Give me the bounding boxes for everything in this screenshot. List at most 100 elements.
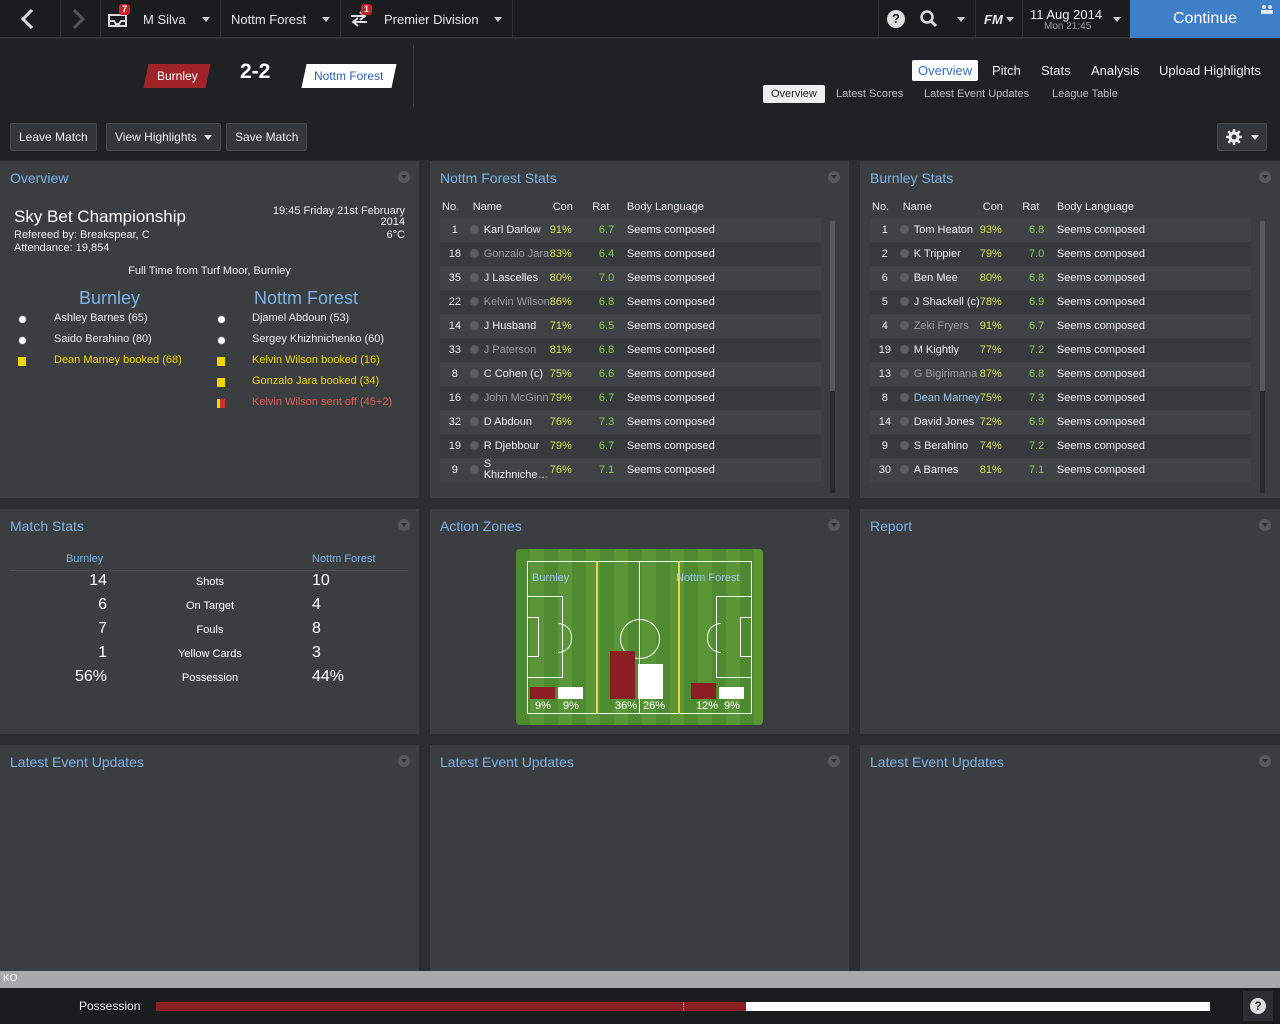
competition-dropdown[interactable] bbox=[494, 0, 502, 38]
player-name[interactable]: G Bigirimana bbox=[914, 368, 978, 380]
manager-name[interactable]: M Silva bbox=[143, 0, 186, 38]
subtab-league-table[interactable]: League Table bbox=[1044, 85, 1126, 103]
fm-menu[interactable]: FM bbox=[984, 0, 1015, 38]
info-icon[interactable] bbox=[469, 273, 479, 282]
player-row[interactable]: 19 R Djebbour 79% 6.7 Seems composed bbox=[440, 434, 821, 458]
player-name[interactable]: D Abdoun bbox=[484, 416, 532, 428]
player-row[interactable]: 19 M Kightly 77% 7.2 Seems composed bbox=[870, 338, 1251, 362]
subtab-latest-scores[interactable]: Latest Scores bbox=[828, 85, 911, 103]
info-icon[interactable] bbox=[899, 321, 909, 330]
info-icon[interactable] bbox=[899, 249, 909, 258]
away-team-badge[interactable]: Nottm Forest bbox=[301, 64, 397, 88]
player-row[interactable]: 35 J Lascelles 80% 7.0 Seems composed bbox=[440, 266, 821, 290]
info-icon[interactable] bbox=[899, 225, 909, 234]
info-icon[interactable] bbox=[469, 369, 479, 378]
panel-menu-button[interactable] bbox=[1259, 519, 1271, 531]
player-row[interactable]: 33 J Paterson 81% 6.8 Seems composed bbox=[440, 338, 821, 362]
player-name[interactable]: K Trippier bbox=[914, 248, 961, 260]
player-row[interactable]: 22 Kelvin Wilson 86% 6.8 Seems composed bbox=[440, 290, 821, 314]
panel-menu-button[interactable] bbox=[1259, 171, 1271, 183]
subtab-latest-event-updates[interactable]: Latest Event Updates bbox=[916, 85, 1037, 103]
save-match-button[interactable]: Save Match bbox=[226, 123, 308, 151]
player-name[interactable]: J Lascelles bbox=[484, 272, 538, 284]
player-row[interactable]: 32 D Abdoun 76% 7.3 Seems composed bbox=[440, 410, 821, 434]
info-icon[interactable] bbox=[469, 441, 479, 450]
panel-menu-button[interactable] bbox=[828, 519, 840, 531]
continue-button[interactable]: Continue bbox=[1130, 0, 1280, 38]
player-name[interactable]: Tom Heaton bbox=[914, 224, 973, 236]
tab-stats[interactable]: Stats bbox=[1035, 60, 1077, 81]
player-name[interactable]: David Jones bbox=[914, 416, 975, 428]
player-row[interactable]: 8 C Cohen (c) 75% 6.6 Seems composed bbox=[440, 362, 821, 386]
info-icon[interactable] bbox=[469, 297, 479, 306]
player-name[interactable]: Kelvin Wilson bbox=[484, 296, 550, 308]
column-header[interactable]: Name bbox=[900, 196, 980, 218]
manager-dropdown[interactable] bbox=[202, 0, 210, 38]
info-icon[interactable] bbox=[899, 369, 909, 378]
player-row[interactable]: 1 Tom Heaton 93% 6.8 Seems composed bbox=[870, 218, 1251, 242]
panel-menu-button[interactable] bbox=[1259, 755, 1271, 767]
player-row[interactable]: 6 Ben Mee 80% 6.8 Seems composed bbox=[870, 266, 1251, 290]
forward-button[interactable] bbox=[70, 0, 86, 38]
column-header[interactable]: Body Language bbox=[624, 196, 821, 218]
info-icon[interactable] bbox=[469, 393, 479, 402]
info-icon[interactable] bbox=[899, 273, 909, 282]
player-name[interactable]: S Khizhniche… bbox=[484, 459, 549, 481]
player-name[interactable]: S Berahino bbox=[914, 440, 968, 452]
column-header[interactable]: No. bbox=[870, 196, 900, 218]
panel-menu-button[interactable] bbox=[398, 519, 410, 531]
transfers-button[interactable]: 1 bbox=[349, 0, 373, 38]
player-name[interactable]: John McGinn bbox=[484, 392, 549, 404]
search-button[interactable] bbox=[920, 0, 938, 38]
player-name[interactable]: C Cohen (c) bbox=[484, 368, 543, 380]
match-timeline[interactable]: KO bbox=[0, 971, 1280, 988]
player-row[interactable]: 9 S Berahino 74% 7.2 Seems composed bbox=[870, 434, 1251, 458]
panel-menu-button[interactable] bbox=[828, 755, 840, 767]
scrollbar[interactable] bbox=[1260, 221, 1265, 493]
view-highlights-button[interactable]: View Highlights bbox=[106, 123, 221, 151]
info-icon[interactable] bbox=[469, 417, 479, 426]
player-name[interactable]: R Djebbour bbox=[484, 440, 540, 452]
panel-menu-button[interactable] bbox=[828, 171, 840, 183]
player-row[interactable]: 8 Dean Marney 75% 7.3 Seems composed bbox=[870, 386, 1251, 410]
info-icon[interactable] bbox=[469, 249, 479, 258]
player-row[interactable]: 14 J Husband 71% 6.5 Seems composed bbox=[440, 314, 821, 338]
player-name[interactable]: M Kightly bbox=[914, 344, 959, 356]
scrollbar[interactable] bbox=[830, 221, 835, 493]
player-name[interactable]: A Barnes bbox=[914, 464, 959, 476]
column-header[interactable]: Body Language bbox=[1054, 196, 1251, 218]
club-dropdown[interactable] bbox=[322, 0, 330, 38]
player-row[interactable]: 16 John McGinn 79% 6.7 Seems composed bbox=[440, 386, 821, 410]
column-header[interactable]: Name bbox=[470, 196, 550, 218]
competition-name[interactable]: Premier Division bbox=[384, 0, 479, 38]
leave-match-button[interactable]: Leave Match bbox=[10, 123, 97, 151]
player-row[interactable]: 4 Zeki Fryers 91% 6.7 Seems composed bbox=[870, 314, 1251, 338]
player-name[interactable]: Karl Darlow bbox=[484, 224, 541, 236]
column-header[interactable]: No. bbox=[440, 196, 470, 218]
date-dropdown[interactable] bbox=[1113, 0, 1121, 38]
club-name[interactable]: Nottm Forest bbox=[231, 0, 306, 38]
player-row[interactable]: 2 K Trippier 79% 7.0 Seems composed bbox=[870, 242, 1251, 266]
player-row[interactable]: 13 G Bigirimana 87% 6.8 Seems composed bbox=[870, 362, 1251, 386]
info-icon[interactable] bbox=[899, 345, 909, 354]
column-header[interactable]: Con bbox=[980, 196, 1020, 218]
player-name[interactable]: J Shackell (c) bbox=[914, 296, 980, 308]
player-row[interactable]: 30 A Barnes 81% 7.1 Seems composed bbox=[870, 458, 1251, 482]
info-icon[interactable] bbox=[899, 465, 909, 474]
help-button[interactable]: ? bbox=[887, 0, 905, 38]
info-icon[interactable] bbox=[469, 464, 479, 474]
player-name[interactable]: J Paterson bbox=[484, 344, 537, 356]
player-row[interactable]: 14 David Jones 72% 6.9 Seems composed bbox=[870, 410, 1251, 434]
tab-overview[interactable]: Overview bbox=[912, 60, 979, 81]
tab-upload-highlights[interactable]: Upload Highlights bbox=[1153, 60, 1267, 81]
info-icon[interactable] bbox=[899, 417, 909, 426]
info-icon[interactable] bbox=[469, 321, 479, 330]
player-row[interactable]: 9 S Khizhniche… 76% 7.1 Seems composed bbox=[440, 458, 821, 482]
panel-menu-button[interactable] bbox=[398, 171, 410, 183]
settings-button[interactable] bbox=[1217, 123, 1267, 151]
help-button[interactable]: ? bbox=[1243, 991, 1273, 1021]
player-name[interactable]: J Husband bbox=[484, 320, 537, 332]
tab-pitch[interactable]: Pitch bbox=[986, 60, 1027, 81]
info-icon[interactable] bbox=[469, 345, 479, 354]
player-name[interactable]: Ben Mee bbox=[914, 272, 958, 284]
